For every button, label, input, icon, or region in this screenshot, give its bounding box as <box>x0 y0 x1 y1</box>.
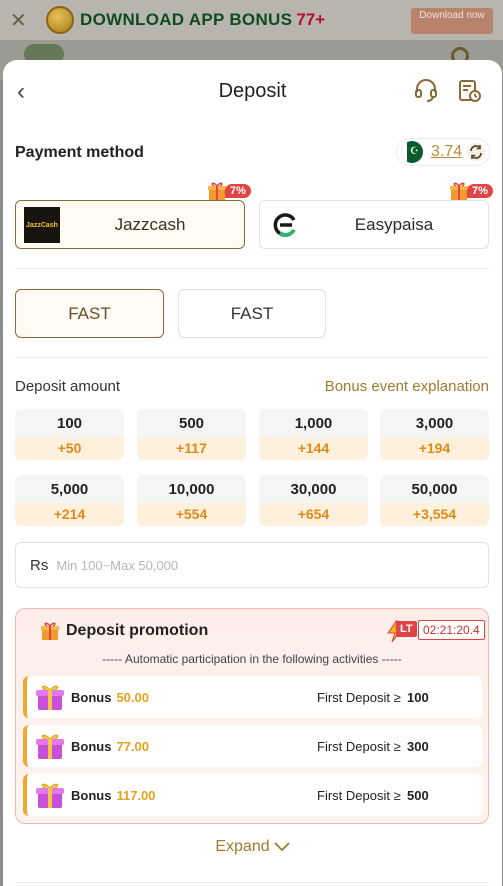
bonus-percent-badge: 7% <box>225 184 251 198</box>
refresh-balance-icon[interactable] <box>466 142 486 162</box>
condition-threshold: 100 <box>407 689 429 705</box>
coin-logo-icon <box>46 6 74 34</box>
bonus-value: 117.00 <box>116 787 156 803</box>
channel-option-fast-1[interactable]: FAST <box>15 289 164 338</box>
amount-input-box: Rs <box>15 542 489 588</box>
pakistan-flag-icon: ☪ <box>401 141 423 163</box>
amount-bonus: +194 <box>380 437 489 460</box>
banner-text: DOWNLOAD APP BONUS <box>80 10 293 29</box>
promotion-title: Deposit promotion <box>66 622 209 639</box>
currency-label: Rs <box>30 556 49 574</box>
promotion-row: Bonus 77.00 First Deposit ≥ 300 <box>23 725 482 767</box>
divider <box>15 357 489 358</box>
amount-option[interactable]: 10,000 +554 <box>137 475 246 526</box>
amount-bonus: +554 <box>137 503 246 526</box>
amount-option[interactable]: 1,000 +144 <box>259 409 368 460</box>
banner-bonus-number: 77+ <box>296 10 326 29</box>
amount-value: 500 <box>178 415 205 432</box>
sheet-header: ‹ Deposit <box>3 60 502 122</box>
payment-method-jazzcash[interactable]: JazzCash Jazzcash <box>15 200 245 249</box>
amount-value: 100 <box>56 415 83 432</box>
amount-value: 3,000 <box>415 415 454 432</box>
auto-participation-text: ----- Automatic participation in the fol… <box>102 652 402 666</box>
amount-option[interactable]: 100 +50 <box>15 409 124 460</box>
expand-button[interactable]: Expand <box>3 838 502 856</box>
amount-bonus: +50 <box>15 437 124 460</box>
condition-text: First Deposit ≥ <box>317 787 401 803</box>
payment-method-easypaisa[interactable]: Easypaisa <box>259 200 489 249</box>
bonus-label: Bonus <box>71 787 112 803</box>
condition-text: First Deposit ≥ <box>317 738 401 754</box>
amount-option[interactable]: 50,000 +3,554 <box>380 475 489 526</box>
gift-box-icon <box>36 734 64 759</box>
divider <box>15 268 489 269</box>
bonus-percent-badge: 7% <box>467 184 493 198</box>
condition-threshold: 300 <box>407 738 429 754</box>
gift-icon <box>41 622 59 640</box>
amount-input[interactable] <box>56 557 437 573</box>
payment-method-name: Jazzcash <box>114 214 186 234</box>
gift-icon <box>450 182 468 200</box>
promotion-row: Bonus 117.00 First Deposit ≥ 500 <box>23 774 482 816</box>
promotion-timer: 02:21:20.4 <box>418 620 485 640</box>
promotion-row: Bonus 50.00 First Deposit ≥ 100 <box>23 676 482 718</box>
customer-support-icon[interactable] <box>413 78 439 104</box>
amount-bonus: +654 <box>259 503 368 526</box>
amount-bonus: +117 <box>137 437 246 460</box>
amount-option[interactable]: 30,000 +654 <box>259 475 368 526</box>
amount-value: 5,000 <box>50 481 89 498</box>
amount-value: 50,000 <box>411 481 458 498</box>
amount-bonus: +3,554 <box>380 503 489 526</box>
close-icon[interactable]: ✕ <box>10 8 32 33</box>
expand-label: Expand <box>215 838 270 855</box>
download-app-banner[interactable]: ✕ DOWNLOAD APP BONUS 77+ Download now <box>0 0 503 40</box>
amount-bonus: +214 <box>15 503 124 526</box>
amount-value: 1,000 <box>294 415 333 432</box>
bonus-label: Bonus <box>71 738 112 754</box>
amount-option[interactable]: 3,000 +194 <box>380 409 489 460</box>
condition-text: First Deposit ≥ <box>317 689 401 705</box>
limited-time-badge: LT <box>396 621 417 637</box>
payment-method-name: Easypaisa <box>354 214 434 234</box>
bonus-label: Bonus <box>71 689 112 705</box>
chevron-down-icon <box>273 842 290 852</box>
deposit-amount-label: Deposit amount <box>15 378 121 395</box>
condition-threshold: 500 <box>407 787 429 803</box>
download-now-button[interactable]: Download now <box>411 8 493 34</box>
bonus-event-explanation-link[interactable]: Bonus event explanation <box>325 378 489 395</box>
amount-bonus: +144 <box>259 437 368 460</box>
amount-value: 30,000 <box>290 481 337 498</box>
easypaisa-bonus-badge: 7% <box>449 180 493 202</box>
deposit-history-icon[interactable] <box>457 78 483 104</box>
gift-icon <box>208 182 226 200</box>
deposit-promotion-panel: Deposit promotion LT 02:21:20.4 ----- Au… <box>15 608 489 824</box>
balance-pill: ☪ 3.74 <box>396 138 490 166</box>
balance-value: 3.74 <box>431 143 463 160</box>
deposit-sheet: ‹ Deposit Payment method ☪ 3.74 JazzCash <box>3 60 502 886</box>
bonus-value: 50.00 <box>116 689 149 705</box>
amount-option[interactable]: 500 +117 <box>137 409 246 460</box>
gift-box-icon <box>36 783 64 808</box>
amount-option[interactable]: 5,000 +214 <box>15 475 124 526</box>
channel-option-fast-2[interactable]: FAST <box>178 289 326 338</box>
gift-box-icon <box>36 685 64 710</box>
payment-method-label: Payment method <box>15 144 144 161</box>
bonus-value: 77.00 <box>116 738 149 754</box>
divider <box>15 882 489 883</box>
amount-value: 10,000 <box>168 481 215 498</box>
jazzcash-bonus-badge: 7% <box>207 180 251 202</box>
